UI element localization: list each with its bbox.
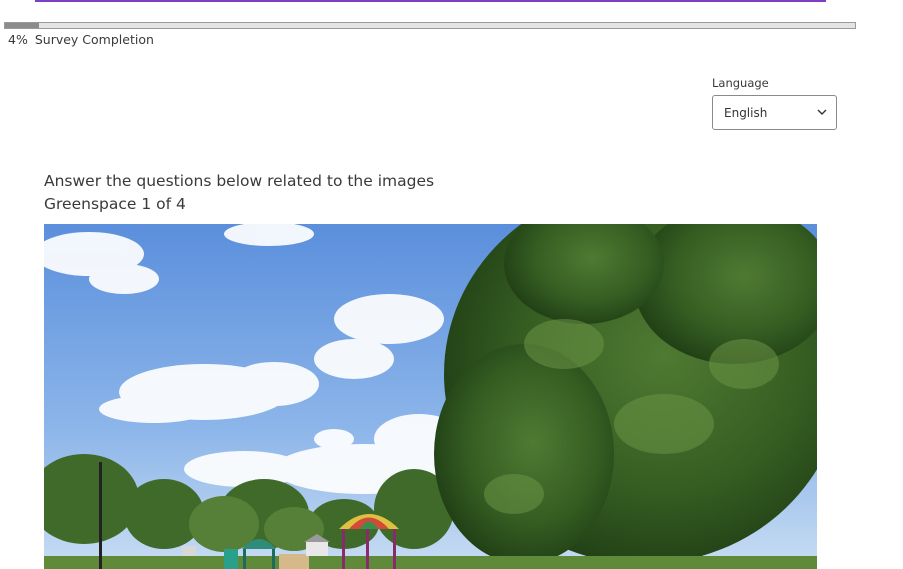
- question-block: Answer the questions below related to th…: [44, 170, 434, 216]
- park-greenspace-photo: [44, 224, 817, 569]
- progress-bar-fill: [5, 23, 39, 28]
- progress-text: 4% Survey Completion: [8, 32, 154, 47]
- chevron-down-icon: [817, 109, 827, 115]
- question-instruction: Answer the questions below related to th…: [44, 172, 435, 190]
- progress-label: Survey Completion: [34, 32, 154, 47]
- language-label: Language: [712, 76, 769, 90]
- language-select[interactable]: English: [712, 95, 837, 130]
- header-banner: [35, 0, 826, 2]
- progress-bar: [4, 22, 856, 29]
- progress-percent: 4%: [8, 32, 28, 47]
- question-subtitle: Greenspace 1 of 4: [44, 195, 186, 213]
- language-selected-value: English: [724, 106, 768, 120]
